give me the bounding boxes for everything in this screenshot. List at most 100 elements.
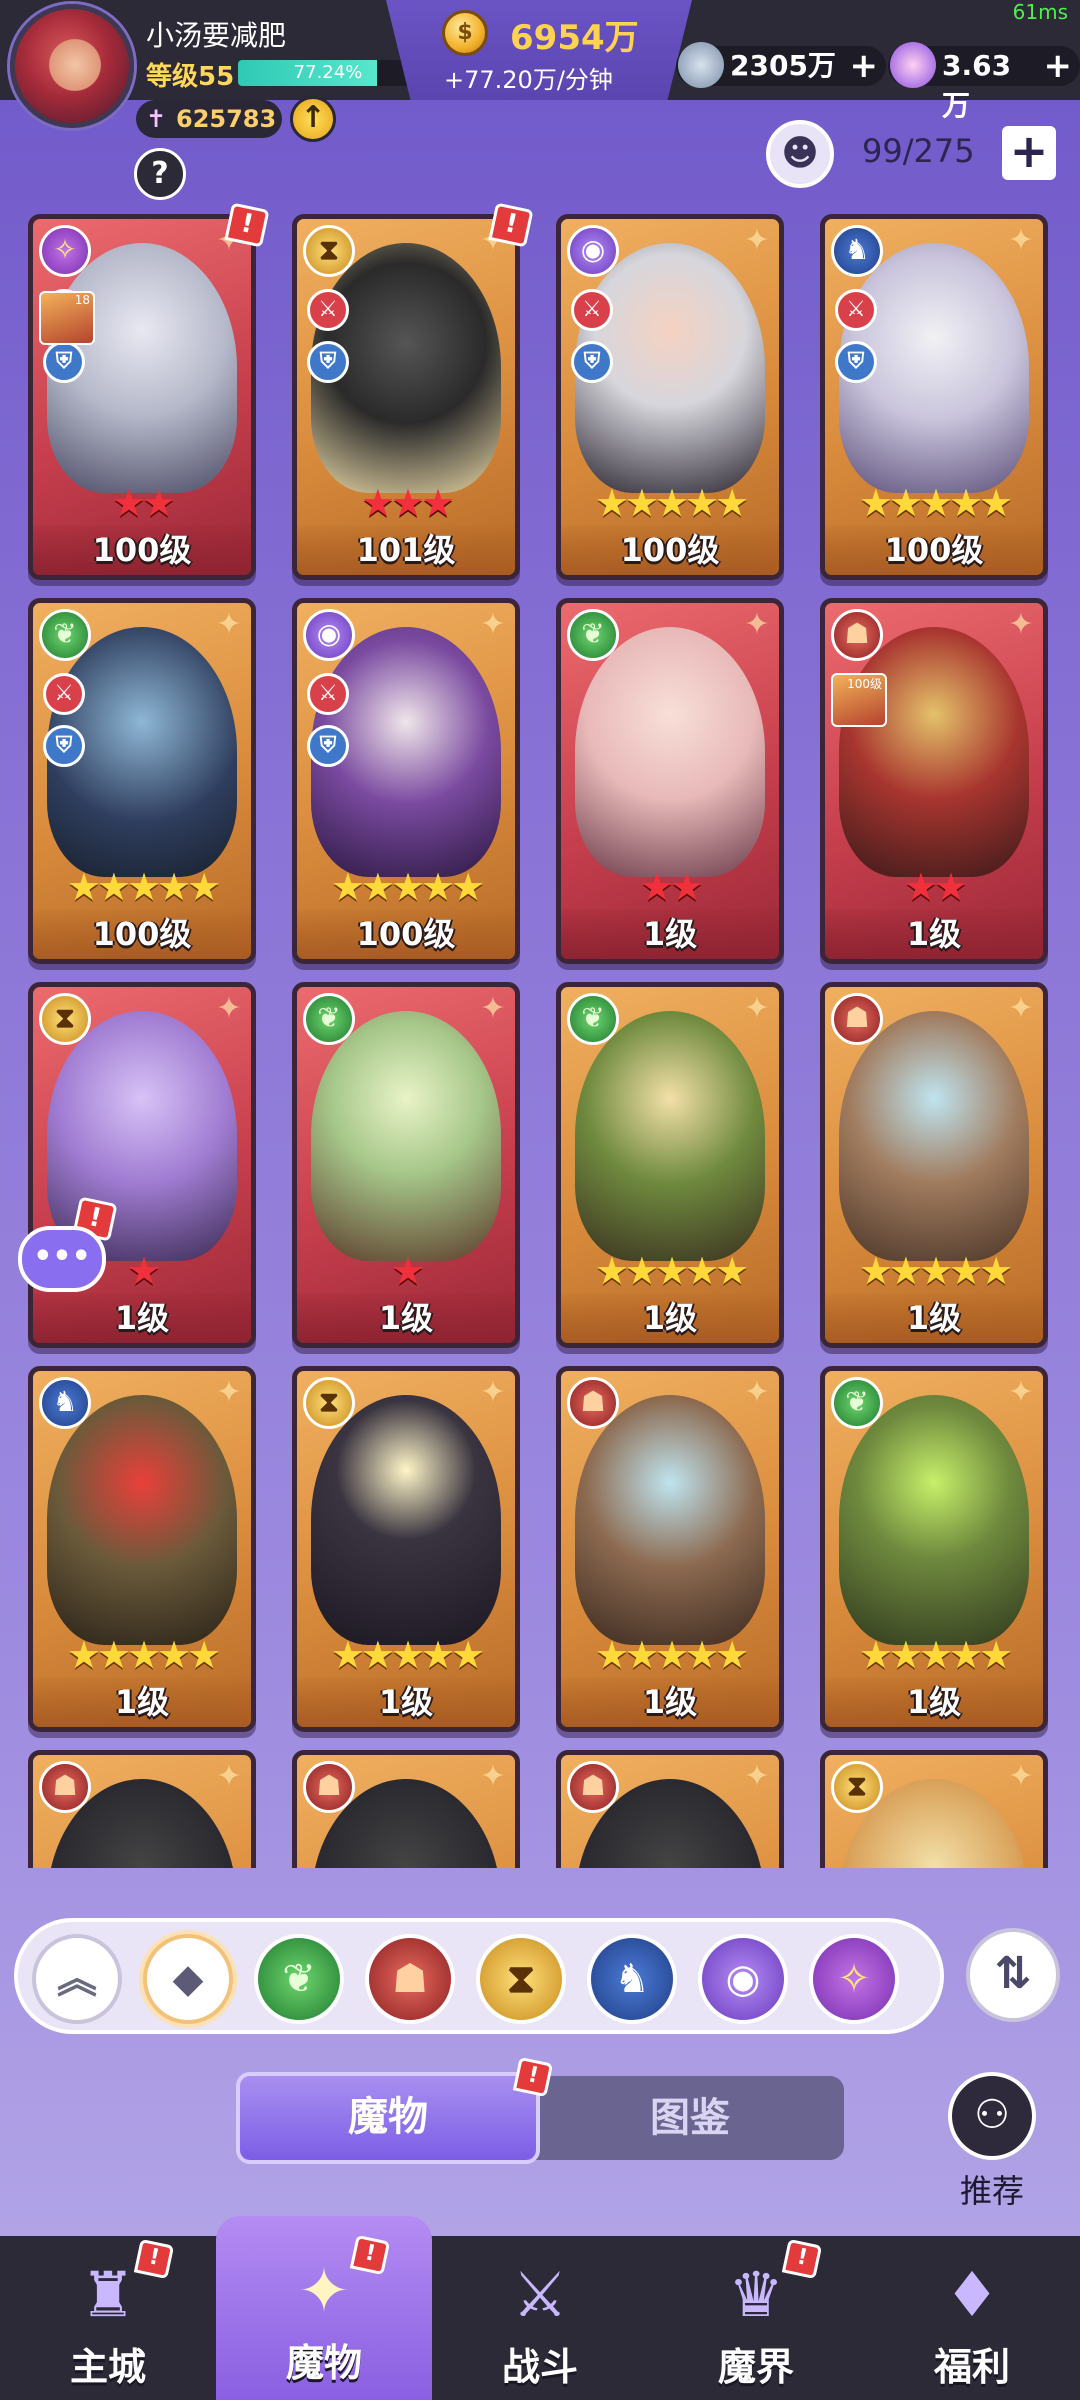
nav-item[interactable]: ✦! 魔物 bbox=[216, 2216, 432, 2400]
attack-slot-icon[interactable]: ⚔ bbox=[43, 673, 85, 715]
monster-level: 100级 bbox=[33, 525, 251, 575]
recommend-button[interactable]: ⚇ 推荐 bbox=[946, 2072, 1038, 2212]
monster-level: 100级 bbox=[297, 909, 515, 959]
monster-portrait bbox=[839, 1395, 1029, 1645]
monster-card[interactable]: ✦ ⧗ bbox=[820, 1750, 1048, 1868]
player-level: 等级55 bbox=[146, 62, 235, 92]
monster-level: 101级 bbox=[297, 525, 515, 575]
monster-level: 1级 bbox=[561, 1677, 779, 1727]
nav-item[interactable]: ♦ 福利 bbox=[864, 2236, 1080, 2400]
star-rating: ★★★★★ bbox=[66, 1633, 221, 1677]
monster-flame-icon: ✦! bbox=[269, 2234, 391, 2348]
defense-slot-icon[interactable]: ⛨ bbox=[43, 341, 85, 383]
monster-card[interactable]: ✦ ♞ ★★★★★ 1级 bbox=[28, 1366, 256, 1732]
sparkle-icon: ✦ bbox=[216, 1759, 242, 1794]
hourglass-icon: ⧗ bbox=[39, 993, 91, 1045]
add-gem-button[interactable]: + bbox=[1044, 46, 1073, 86]
combat-power-value: 625783 bbox=[176, 105, 277, 133]
help-button[interactable]: ? bbox=[134, 148, 186, 200]
monster-card[interactable]: ✦ ☗ bbox=[556, 1750, 784, 1868]
defense-slot-icon[interactable]: ⛨ bbox=[307, 725, 349, 767]
attack-slot-icon[interactable]: ⚔ bbox=[307, 673, 349, 715]
sparkle-icon: ✦ bbox=[1008, 607, 1034, 642]
rune-icon: ✧ bbox=[39, 225, 91, 277]
monster-card[interactable]: ✦⧗⚔⛨★★★101级 bbox=[292, 214, 520, 580]
monster-card[interactable]: ✦ ◉ ⚔ ⛨ ★★★★★ 100级 bbox=[556, 214, 784, 580]
demon-icon: ☗ bbox=[567, 1377, 619, 1429]
nav-alert-badge: ! bbox=[781, 2238, 823, 2280]
monster-card[interactable]: ✦ ◉ ⚔ ⛨ ★★★★★ 100级 bbox=[292, 598, 520, 964]
monster-grid[interactable]: ✦✧⚔⛨18★★100级!✦⧗⚔⛨★★★101级!✦◉⚔⛨★★★★★100级✦♞… bbox=[0, 200, 1080, 1868]
monster-card[interactable]: ✦ ☗ 100级 ★★ 1级 bbox=[820, 598, 1048, 964]
monster-portrait bbox=[575, 627, 765, 877]
eye-icon[interactable]: ◉ bbox=[698, 1934, 788, 2024]
add-silver-button[interactable]: + bbox=[849, 46, 878, 86]
alert-badge: ! bbox=[488, 202, 534, 248]
monster-card[interactable]: ✦✧⚔⛨18★★100级 bbox=[28, 214, 256, 580]
sparkle-icon: ✦ bbox=[1008, 1759, 1034, 1794]
monster-card[interactable]: ✦ ☗ bbox=[292, 1750, 520, 1868]
level-up-arrow-icon[interactable]: ↑ bbox=[290, 96, 336, 142]
demon-icon: ☗ bbox=[831, 609, 883, 661]
monster-card[interactable]: ✦ ⧗ ★ 1级 bbox=[28, 982, 256, 1348]
attack-slot-icon[interactable]: ⚔ bbox=[307, 289, 349, 331]
monster-card[interactable]: ✦ ❦ ★★ 1级 bbox=[556, 598, 784, 964]
nav-item[interactable]: ♛! 魔界 bbox=[648, 2236, 864, 2400]
monster-card[interactable]: ✦ ⧗ ★★★★★ 1级 bbox=[292, 1366, 520, 1732]
collapse-up-icon[interactable]: ︽ bbox=[32, 1934, 122, 2024]
hourglass-icon[interactable]: ⧗ bbox=[476, 1934, 566, 2024]
monster-card[interactable]: ✦ ❦ ★★★★★ 1级 bbox=[556, 982, 784, 1348]
nav-item[interactable]: ⚔ 战斗 bbox=[432, 2236, 648, 2400]
monster-level: 1级 bbox=[561, 1293, 779, 1343]
star-rating: ★★★★★ bbox=[858, 1249, 1013, 1293]
resource-gem[interactable]: 3.63万 + bbox=[888, 42, 1080, 122]
sparkle-icon: ✦ bbox=[480, 1759, 506, 1794]
monster-card[interactable]: ✦ ❦ ★ 1级 bbox=[292, 982, 520, 1348]
tab-codex[interactable]: 图鉴 bbox=[536, 2076, 844, 2160]
monster-capacity: ☻ 99/275 + bbox=[766, 120, 1056, 188]
defense-slot-icon[interactable]: ⛨ bbox=[307, 341, 349, 383]
monster-portrait bbox=[575, 1395, 765, 1645]
all-diamond-icon[interactable]: ◆ bbox=[143, 1934, 233, 2024]
monster-level: 1级 bbox=[297, 1293, 515, 1343]
monster-card[interactable]: ✦ ☗ ★★★★★ 1级 bbox=[556, 1366, 784, 1732]
monster-card[interactable]: ✦ ☗ bbox=[28, 1750, 256, 1868]
monster-card[interactable]: ✦ ☗ ★★★★★ 1级 bbox=[820, 982, 1048, 1348]
resource-silver[interactable]: 2305万 + bbox=[676, 42, 886, 88]
defense-slot-icon[interactable]: ⛨ bbox=[43, 725, 85, 767]
star-rating: ★★ bbox=[903, 865, 968, 909]
eye-icon: ◉ bbox=[567, 225, 619, 277]
tab-monsters[interactable]: 魔物 bbox=[236, 2072, 540, 2164]
demon-icon[interactable]: ☗ bbox=[365, 1934, 455, 2024]
chat-bubble-icon[interactable]: ••• bbox=[18, 1226, 106, 1292]
monster-portrait bbox=[575, 1011, 765, 1261]
expand-capacity-button[interactable]: + bbox=[1002, 126, 1056, 180]
dragon-icon: ♞ bbox=[831, 225, 883, 277]
player-avatar[interactable] bbox=[10, 4, 134, 128]
monster-card[interactable]: ✦ ❦ ⚔ ⛨ ★★★★★ 100级 bbox=[28, 598, 256, 964]
dragon-icon[interactable]: ♞ bbox=[587, 1934, 677, 2024]
attack-slot-icon[interactable]: ⚔ bbox=[571, 289, 613, 331]
nav-alert-badge: ! bbox=[133, 2238, 175, 2280]
team-recommend-icon: ⚇ bbox=[948, 2072, 1036, 2160]
monster-card[interactable]: ✦ ❦ ★★★★★ 1级 bbox=[820, 1366, 1048, 1732]
monster-portrait bbox=[839, 627, 1029, 877]
sword-icon: ✝ bbox=[146, 105, 167, 133]
sparkle-icon: ✦ bbox=[480, 991, 506, 1026]
defense-slot-icon[interactable]: ⛨ bbox=[571, 341, 613, 383]
eye-icon: ◉ bbox=[303, 609, 355, 661]
nav-item[interactable]: ♜! 主城 bbox=[0, 2236, 216, 2400]
monster-level: 100级 bbox=[561, 525, 779, 575]
monster-head-icon: ☻ bbox=[766, 120, 834, 188]
rune-icon[interactable]: ✧ bbox=[809, 1934, 899, 2024]
monster-card[interactable]: ✦ ♞ ⚔ ⛨ ★★★★★ 100级 bbox=[820, 214, 1048, 580]
star-rating: ★★★★★ bbox=[594, 481, 749, 525]
castle-icon: ♜! bbox=[53, 2238, 175, 2352]
xp-bar: 77.24% bbox=[238, 60, 418, 86]
defense-slot-icon[interactable]: ⛨ bbox=[835, 341, 877, 383]
leaf-icon[interactable]: ❦ bbox=[254, 1934, 344, 2024]
hourglass-icon: ⧗ bbox=[303, 1377, 355, 1429]
sort-icon[interactable]: ⇅ bbox=[966, 1928, 1060, 2022]
hourglass-icon: ⧗ bbox=[303, 225, 355, 277]
attack-slot-icon[interactable]: ⚔ bbox=[835, 289, 877, 331]
